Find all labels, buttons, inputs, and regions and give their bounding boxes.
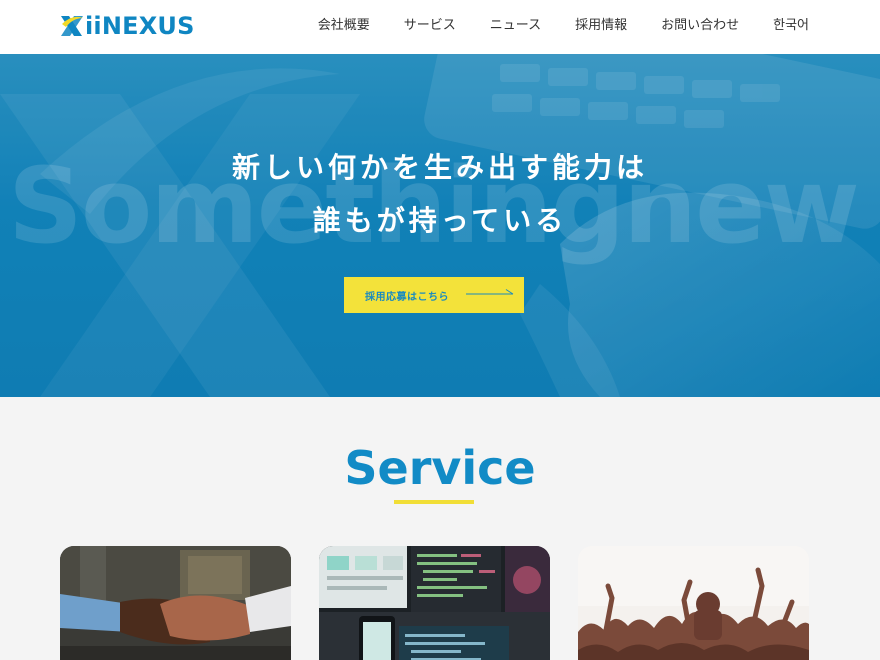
concert-crowd-image [578, 546, 809, 660]
apply-button-label: 採用応募はこちら [365, 291, 449, 303]
main-nav: 会社概要 サービス ニュース 採用情報 お問い合わせ 한국어 [318, 17, 809, 35]
service-heading-underline [394, 500, 474, 504]
nav-korean[interactable]: 한국어 [773, 17, 809, 35]
nav-news[interactable]: ニュース [490, 17, 541, 35]
nav-service[interactable]: サービス [404, 17, 456, 35]
nav-company[interactable]: 会社概要 [318, 17, 370, 35]
hero-section: Somethingnew 新しい何かを生み出す能力は 誰もが持っている 採用応募… [0, 54, 880, 397]
developer-screens-image [319, 546, 550, 660]
hero-headline-line1: 新しい何かを生み出す能力は [231, 151, 648, 184]
service-card-crowd[interactable] [578, 546, 809, 660]
service-heading: Service [344, 441, 536, 495]
logo-x-icon [61, 16, 83, 36]
handshake-image [60, 546, 291, 660]
apply-button[interactable]: 採用応募はこちら [344, 277, 524, 313]
arrow-right-icon [466, 289, 514, 295]
nav-recruit[interactable]: 採用情報 [575, 17, 627, 35]
nav-contact[interactable]: お問い合わせ [661, 17, 739, 35]
logo-text: iiNEXUS [85, 12, 195, 40]
site-header: iiNEXUS 会社概要 サービス ニュース 採用情報 お問い合わせ 한국어 [0, 0, 880, 54]
hero-headline-line2: 誰もが持っている [312, 204, 568, 237]
service-card-handshake[interactable] [60, 546, 291, 660]
logo[interactable]: iiNEXUS [60, 11, 195, 41]
service-card-development[interactable] [319, 546, 550, 660]
